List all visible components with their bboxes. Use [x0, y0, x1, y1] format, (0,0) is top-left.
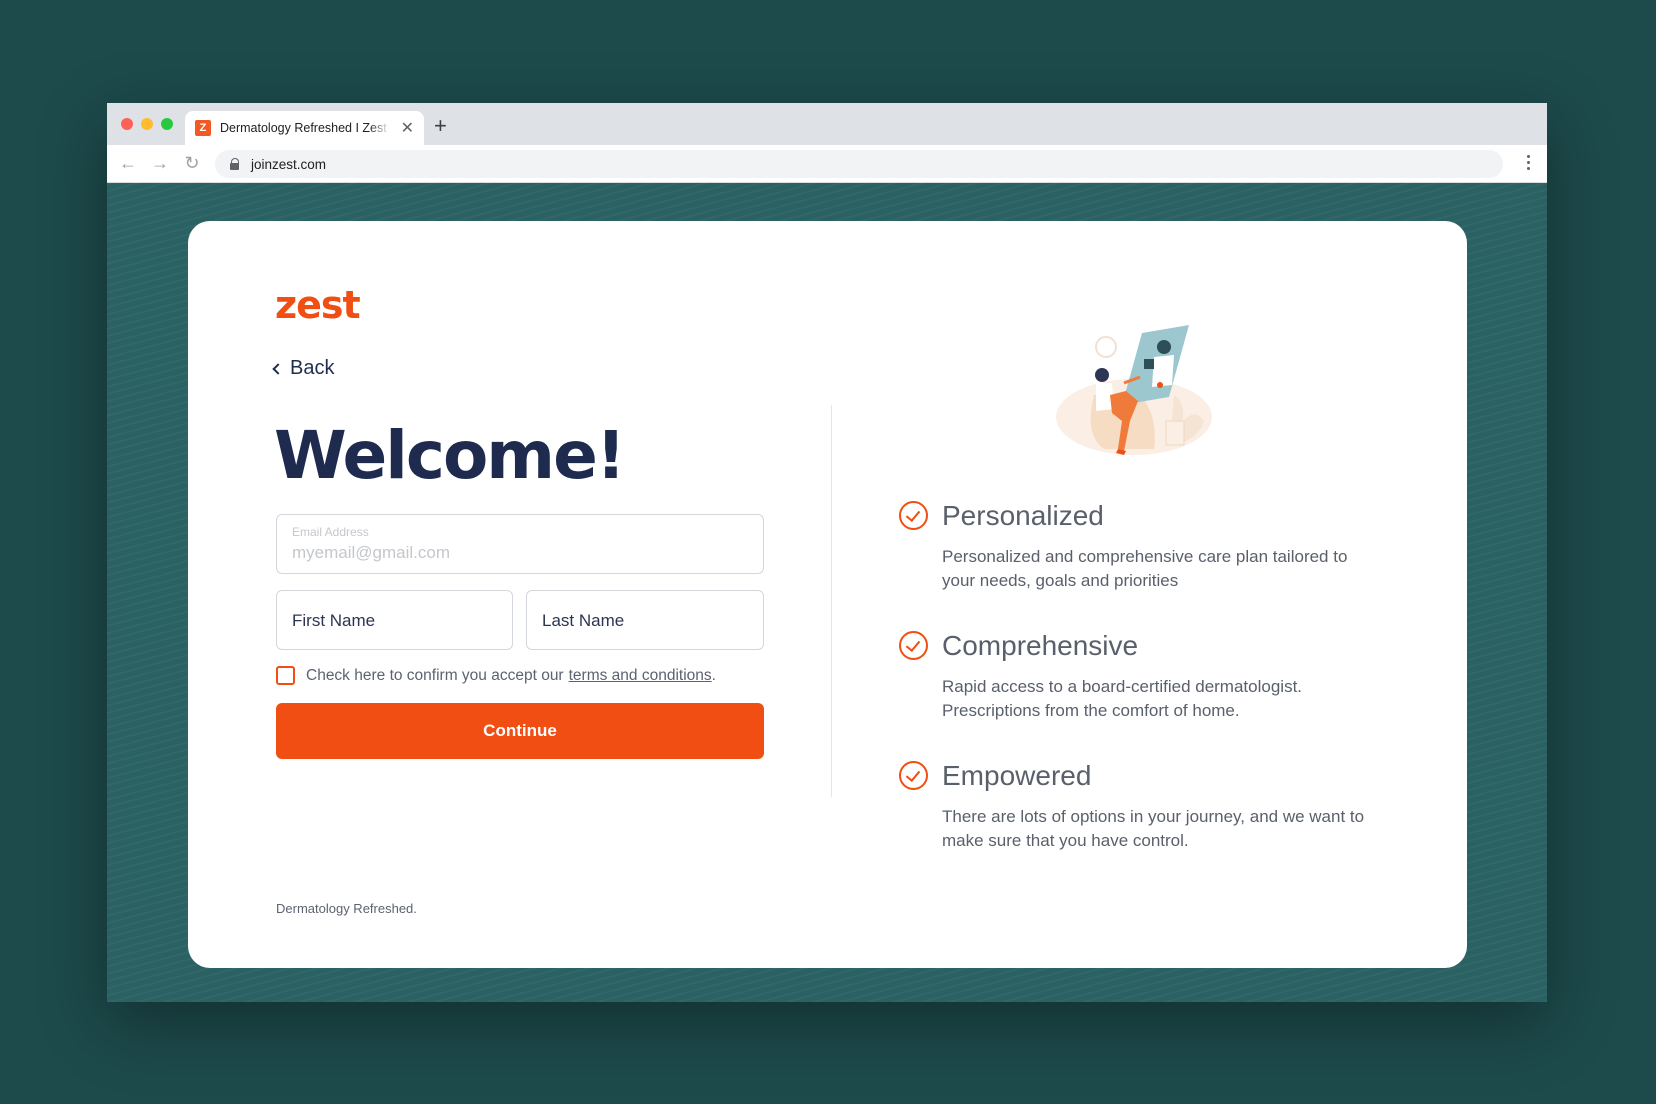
reload-icon[interactable]: ↻: [181, 153, 203, 174]
email-field[interactable]: Email Address myemail@gmail.com: [276, 514, 764, 574]
column-divider: [831, 405, 832, 797]
terms-link[interactable]: terms and conditions: [569, 667, 712, 685]
lock-icon: [229, 158, 241, 170]
feature-title: Comprehensive: [942, 630, 1139, 661]
terms-text: Check here to confirm you accept our: [306, 666, 564, 684]
page-title: Welcome!: [274, 417, 626, 494]
kebab-menu-icon[interactable]: [1527, 155, 1531, 170]
close-icon[interactable]: ✕: [401, 118, 414, 138]
plus-icon[interactable]: +: [434, 113, 447, 139]
feature-title: Personalized: [942, 500, 1104, 531]
email-placeholder: myemail@gmail.com: [292, 543, 451, 562]
footer-tagline: Dermatology Refreshed.: [276, 901, 417, 916]
first-name-field[interactable]: First Name: [276, 590, 513, 650]
browser-toolbar: ← → ↻ joinzest.com: [107, 145, 1547, 183]
minimize-window-button[interactable]: [141, 118, 153, 130]
close-window-button[interactable]: [121, 118, 133, 130]
last-name-field[interactable]: Last Name: [526, 590, 764, 650]
feature-title: Empowered: [942, 760, 1092, 791]
last-name-placeholder: Last Name: [542, 611, 625, 630]
first-name-placeholder: First Name: [292, 611, 376, 630]
check-circle-icon: [899, 631, 928, 660]
check-circle-icon: [899, 501, 928, 530]
terms-row: Check here to confirm you accept our ter…: [276, 666, 716, 685]
chevron-left-icon: [272, 363, 284, 375]
maximize-window-button[interactable]: [161, 118, 173, 130]
zest-favicon-icon: Z: [195, 120, 211, 136]
browser-tab[interactable]: Z Dermatology Refreshed I Zest ✕: [185, 111, 424, 145]
email-label: Email Address: [292, 525, 369, 539]
back-label: Back: [290, 357, 335, 379]
terms-checkbox[interactable]: [276, 666, 295, 685]
url-text: joinzest.com: [251, 156, 327, 172]
page-content: zest Back Welcome! Email Address myemail…: [107, 183, 1547, 1002]
back-link[interactable]: Back: [272, 357, 335, 380]
terms-period: .: [711, 666, 716, 684]
feature-description: There are lots of options in your journe…: [942, 807, 1365, 850]
back-arrow-icon[interactable]: ←: [117, 153, 139, 174]
browser-window: Z Dermatology Refreshed I Zest ✕ + ← → ↻…: [107, 103, 1547, 1002]
zest-logo[interactable]: zest: [275, 283, 361, 327]
telehealth-illustration: [1056, 325, 1212, 455]
feature-description: Personalized and comprehensive care plan…: [942, 547, 1348, 590]
tab-title: Dermatology Refreshed I Zest: [220, 121, 387, 135]
feature-description: Rapid access to a board-certified dermat…: [942, 677, 1303, 720]
address-bar[interactable]: joinzest.com: [215, 150, 1503, 178]
forward-arrow-icon[interactable]: →: [149, 153, 171, 174]
tab-strip: Z Dermatology Refreshed I Zest ✕ +: [107, 103, 1547, 145]
continue-button[interactable]: Continue: [276, 703, 764, 759]
signup-card: zest Back Welcome! Email Address myemail…: [188, 221, 1467, 968]
check-circle-icon: [899, 761, 928, 790]
